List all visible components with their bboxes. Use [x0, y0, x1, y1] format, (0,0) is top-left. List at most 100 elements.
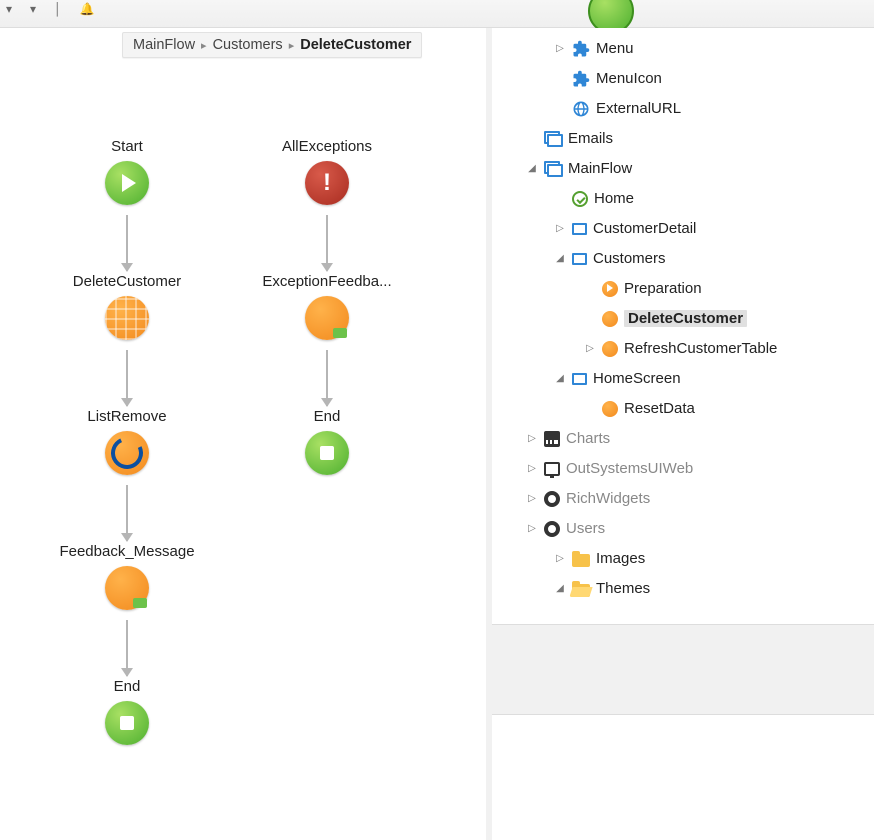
expand-toggle-icon[interactable]: ▷ [554, 35, 566, 63]
check-icon [572, 191, 588, 207]
expand-toggle-icon[interactable]: ▷ [554, 545, 566, 573]
start-icon[interactable] [105, 161, 149, 205]
dot-orange-icon [602, 401, 618, 417]
toolbar-arrow-icon[interactable]: ▾ [6, 2, 12, 16]
breadcrumb-item[interactable]: Customers [213, 37, 283, 53]
tree-item-label: RefreshCustomerTable [624, 335, 868, 363]
toolbar-left-icons: ▾ ▾ │ 🔔 [6, 2, 95, 16]
ring-icon [544, 521, 560, 537]
project-tree[interactable]: ▷MenuMenuIconExternalURLEmails◢MainFlowH… [492, 28, 874, 610]
flow-column-exception: AllExceptions! ExceptionFeedba... End [222, 138, 432, 481]
tree-item-label: Customers [593, 245, 868, 273]
flow-arrow [126, 485, 128, 541]
toolbar-bell-icon[interactable]: 🔔 [80, 2, 95, 16]
tree-item[interactable]: ▷ RefreshCustomerTable [496, 334, 874, 364]
tree-item[interactable]: ▷ Menu [496, 34, 874, 64]
breadcrumb[interactable]: MainFlow ▸ Customers ▸ DeleteCustomer [122, 32, 422, 58]
expand-toggle-icon[interactable]: ▷ [526, 485, 538, 513]
expand-toggle-icon[interactable]: ▷ [526, 515, 538, 543]
flow-node-label: Start [111, 138, 143, 155]
expand-toggle-icon[interactable]: ◢ [554, 365, 566, 393]
breadcrumb-current: DeleteCustomer [300, 37, 411, 53]
tree-item[interactable]: ◢ HomeScreen [496, 364, 874, 394]
flow-node[interactable]: AllExceptions! [282, 138, 372, 205]
panel-divider[interactable] [492, 624, 874, 714]
action-icon[interactable] [105, 566, 149, 610]
tree-item[interactable]: ▷ Users [496, 514, 874, 544]
tree-item-label: Charts [566, 425, 868, 453]
flow-node-label: End [314, 408, 341, 425]
loop-icon[interactable] [105, 431, 149, 475]
flow-node[interactable]: Start [105, 138, 149, 205]
flow-arrow [126, 350, 128, 406]
toolbar: ▾ ▾ │ 🔔 [0, 0, 874, 28]
flow-node[interactable]: ExceptionFeedba... [262, 273, 391, 340]
expand-toggle-icon[interactable]: ◢ [554, 245, 566, 273]
tree-item[interactable]: ◢ Themes [496, 574, 874, 604]
flow-node[interactable]: ListRemove [87, 408, 166, 475]
flow-node[interactable]: End [305, 408, 349, 475]
tree-item-label: RichWidgets [566, 485, 868, 513]
flow-node-label: End [114, 678, 141, 695]
tree-item-label: ExternalURL [596, 95, 868, 123]
tree-item-label: MenuIcon [596, 65, 868, 93]
flow-arrow [126, 620, 128, 676]
chevron-right-icon: ▸ [289, 39, 295, 52]
flow-canvas[interactable]: MainFlow ▸ Customers ▸ DeleteCustomer St… [0, 28, 492, 840]
tree-item[interactable]: Preparation [496, 274, 874, 304]
tree-item[interactable]: ▷CustomerDetail [496, 214, 874, 244]
flow-node-label: ListRemove [87, 408, 166, 425]
puzzle-icon [572, 40, 590, 58]
tree-item-label: Themes [596, 575, 868, 603]
flow-arrow [326, 215, 328, 271]
action-icon[interactable] [305, 296, 349, 340]
tree-item[interactable]: ▷OutSystemsUIWeb [496, 454, 874, 484]
tree-item[interactable]: ▷ RichWidgets [496, 484, 874, 514]
dot-play-icon [602, 281, 618, 297]
tree-item-label: HomeScreen [593, 365, 868, 393]
expand-toggle-icon[interactable]: ▷ [554, 215, 566, 243]
flow-node-label: Feedback_Message [59, 543, 194, 560]
tree-item[interactable]: MenuIcon [496, 64, 874, 94]
chevron-right-icon: ▸ [201, 39, 207, 52]
tree-item-label: Images [596, 545, 868, 573]
tree-item-label: DeleteCustomer [624, 305, 868, 333]
tree-item[interactable]: ResetData [496, 394, 874, 424]
tree-item-label: Users [566, 515, 868, 543]
flow-node[interactable]: DeleteCustomer [73, 273, 181, 340]
expand-toggle-icon[interactable]: ◢ [526, 155, 538, 183]
flow-node-label: AllExceptions [282, 138, 372, 155]
toolbar-divider-icon: │ [54, 2, 62, 16]
tree-item[interactable]: Emails [496, 124, 874, 154]
tree-item[interactable]: ▷ Images [496, 544, 874, 574]
properties-panel [492, 714, 874, 840]
expand-toggle-icon[interactable]: ▷ [526, 455, 538, 483]
folder-open-icon [572, 584, 590, 597]
flow-node[interactable]: End [105, 678, 149, 745]
tree-item[interactable]: Home [496, 184, 874, 214]
end-icon[interactable] [105, 701, 149, 745]
screens-icon [544, 161, 562, 177]
flow-node[interactable]: Feedback_Message [59, 543, 194, 610]
expand-toggle-icon[interactable]: ▷ [584, 335, 596, 363]
breadcrumb-item[interactable]: MainFlow [133, 37, 195, 53]
entity-icon[interactable] [105, 296, 149, 340]
toolbar-arrow-icon[interactable]: ▾ [30, 2, 36, 16]
tree-item[interactable]: ◢ MainFlow [496, 154, 874, 184]
tree-item-label: MainFlow [568, 155, 868, 183]
tree-item[interactable]: ▷ Charts [496, 424, 874, 454]
tree-item[interactable]: DeleteCustomer [496, 304, 874, 334]
globe-icon [572, 100, 590, 118]
folder-icon [572, 554, 590, 567]
end-icon[interactable] [305, 431, 349, 475]
expand-toggle-icon[interactable]: ▷ [526, 425, 538, 453]
expand-toggle-icon[interactable]: ◢ [554, 575, 566, 603]
error-icon[interactable]: ! [305, 161, 349, 205]
tree-item[interactable]: ◢ Customers [496, 244, 874, 274]
screens-icon [544, 131, 562, 147]
tree-item[interactable]: ExternalURL [496, 94, 874, 124]
tree-item-label: Menu [596, 35, 868, 63]
monitor-icon [544, 462, 560, 476]
dot-orange-icon [602, 341, 618, 357]
flow-node-label: DeleteCustomer [73, 273, 181, 290]
